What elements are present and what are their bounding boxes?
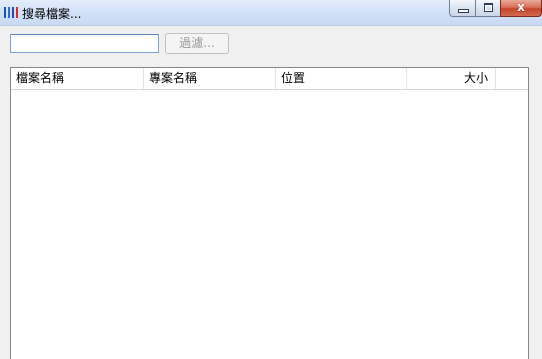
app-icon-bar (8, 7, 10, 18)
minimize-icon (458, 9, 469, 13)
filter-button[interactable]: 過濾... (165, 33, 229, 54)
app-icon (4, 7, 18, 18)
column-header-location[interactable]: 位置 (276, 68, 407, 89)
app-icon-bar (4, 7, 6, 18)
filter-input[interactable] (10, 34, 159, 53)
maximize-button[interactable] (475, 0, 501, 17)
file-list[interactable]: 檔案名稱 專案名稱 位置 大小 (10, 67, 529, 359)
column-header-size[interactable]: 大小 (407, 68, 496, 89)
search-files-window: 搜尋檔案... x 過濾... 檔案名稱 專案名稱 位置 大小 (0, 0, 542, 359)
list-header: 檔案名稱 專案名稱 位置 大小 (11, 68, 528, 90)
close-icon: x (517, 0, 525, 14)
column-header-filler (496, 68, 528, 89)
window-title: 搜尋檔案... (22, 7, 82, 21)
title-bar[interactable]: 搜尋檔案... x (0, 0, 542, 26)
column-header-project-name[interactable]: 專案名稱 (144, 68, 276, 89)
app-icon-bar (16, 7, 18, 18)
minimize-button[interactable] (449, 0, 476, 17)
app-icon-bar (12, 7, 14, 18)
maximize-icon (484, 3, 493, 12)
close-button[interactable]: x (500, 0, 542, 17)
column-header-file-name[interactable]: 檔案名稱 (11, 68, 144, 89)
